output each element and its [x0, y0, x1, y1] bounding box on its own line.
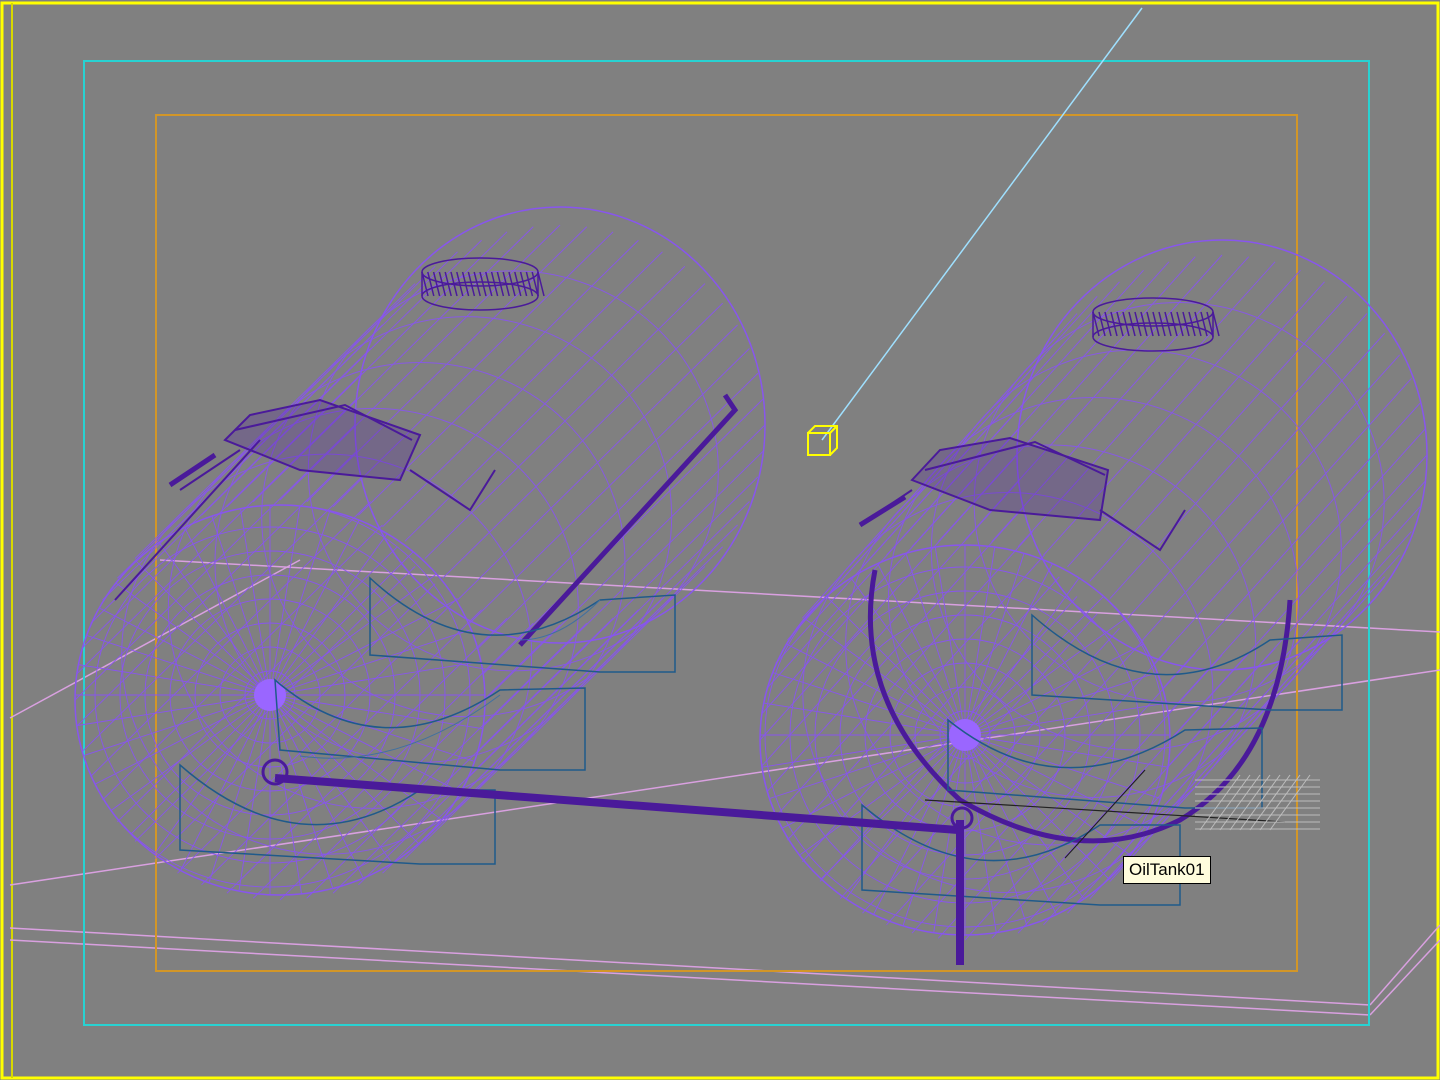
cap-spoke: [75, 694, 271, 814]
cap-spoke: [964, 545, 1084, 736]
oil-tank-right[interactable]: [705, 239, 1428, 995]
cap-spoke: [269, 694, 481, 849]
tank-right-pivot-grid: [1195, 774, 1320, 831]
cap-spoke: [269, 694, 424, 895]
oil-tank-left[interactable]: [10, 206, 766, 955]
cap-spoke: [964, 545, 1046, 736]
tank-right-pivot-gizmo: [924, 769, 1286, 859]
connecting-pipe: [261, 758, 974, 965]
object-name-tooltip: OilTank01: [1123, 856, 1211, 884]
cap-spoke: [760, 693, 966, 736]
cap-spoke: [228, 505, 271, 696]
cap-spoke: [760, 616, 966, 736]
tank-right-valve: [858, 436, 1186, 552]
cap-spoke: [269, 653, 485, 696]
viewport-active-border: [0, 1, 1440, 1080]
cap-spoke: [760, 734, 966, 777]
camera-line: [821, 7, 1143, 441]
tank-left-body-lines: [74, 224, 766, 901]
cap-spoke: [189, 694, 271, 895]
tank-left-hub: [254, 679, 286, 711]
perspective-viewport[interactable]: OilTank01: [0, 0, 1440, 1080]
cap-spoke: [846, 545, 966, 736]
cap-spoke: [964, 693, 1170, 736]
safe-frame-inner: [155, 114, 1298, 972]
cap-spoke: [151, 505, 271, 696]
cap-spoke: [964, 581, 1170, 736]
cap-spoke: [75, 694, 271, 737]
cap-spoke: [760, 654, 966, 736]
cap-spoke: [189, 505, 271, 696]
cap-spoke: [760, 734, 966, 816]
cap-spoke: [75, 614, 271, 696]
cap-spoke: [964, 616, 1170, 736]
cap-spoke: [269, 541, 481, 696]
cap-spoke: [75, 694, 271, 849]
cap-spoke: [964, 734, 1084, 935]
cap-spoke: [75, 694, 271, 776]
cap-spoke: [884, 734, 966, 935]
tank-right-far-cap: [1016, 239, 1428, 671]
cap-spoke: [964, 734, 1007, 935]
tank-right-saddles: [861, 613, 1343, 906]
cap-spoke: [269, 505, 351, 696]
cap-spoke: [75, 653, 271, 696]
cap-spoke: [964, 734, 1046, 935]
tank-right-body-lines: [759, 254, 1428, 941]
camera-target-icon[interactable]: [807, 425, 838, 456]
cap-spoke: [923, 545, 966, 736]
viewport-scene[interactable]: [0, 0, 1440, 1080]
cap-spoke: [269, 694, 485, 776]
cap-spoke: [269, 694, 351, 895]
